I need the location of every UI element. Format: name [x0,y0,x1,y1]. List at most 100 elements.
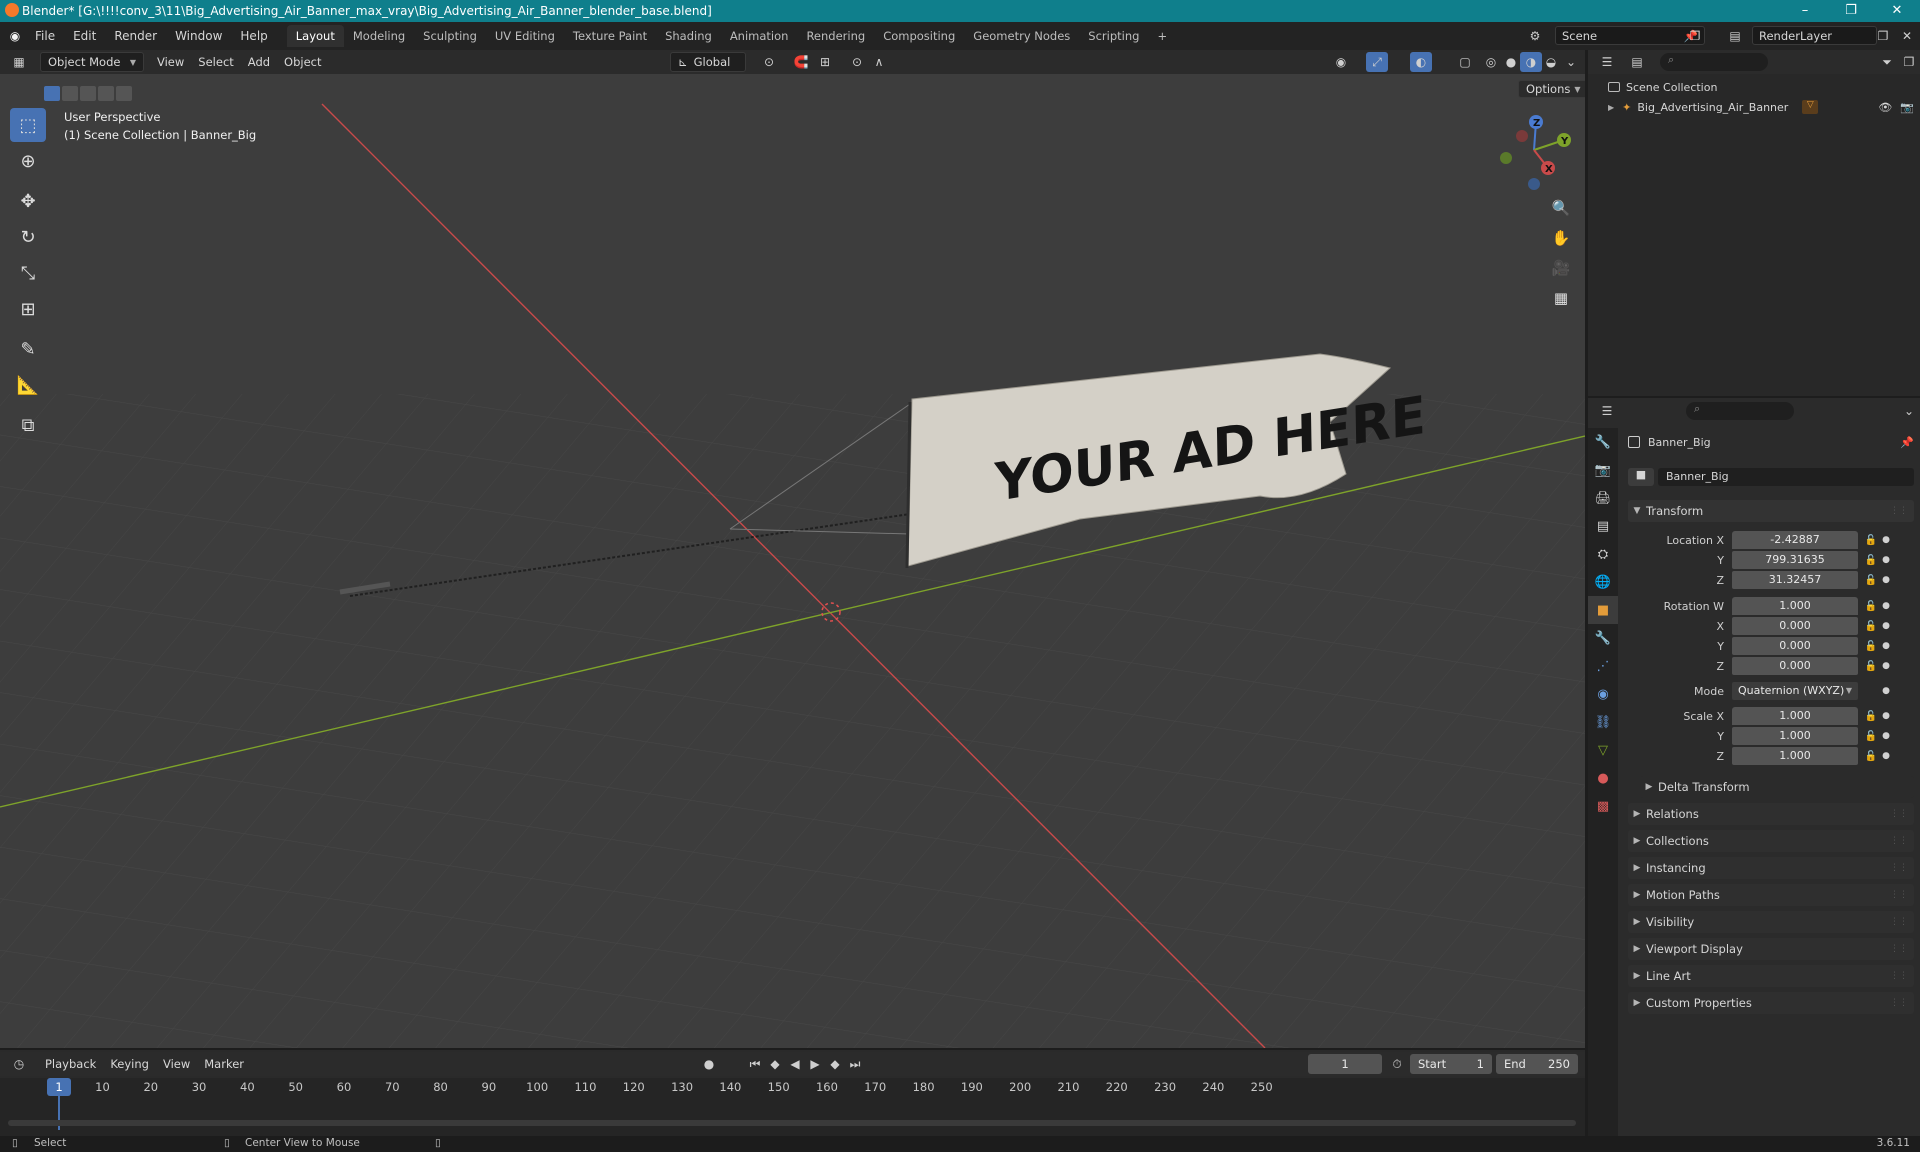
drag-grip-icon[interactable]: ⋮⋮ [1890,998,1908,1008]
select-intersect-icon[interactable] [116,86,132,101]
panel-collections[interactable]: ▶ Collections ⋮⋮ [1628,830,1914,852]
menu-window[interactable]: Window [166,29,231,43]
gizmo-neg-x-icon[interactable] [1516,130,1528,142]
drag-grip-icon[interactable]: ⋮⋮ [1890,809,1908,819]
keyframe-dot-icon[interactable]: ● [1880,601,1892,611]
outliner-root[interactable]: Scene Collection [1608,78,1717,96]
timeline-scrollbar[interactable] [8,1120,1576,1126]
object-browse-icon[interactable]: ■ [1628,468,1654,486]
rotation-y-field[interactable]: 0.000 [1732,637,1858,655]
tab-texture-paint[interactable]: Texture Paint [564,25,656,47]
select-extend-icon[interactable] [62,86,78,101]
menu-playback[interactable]: Playback [38,1054,103,1074]
camera-render-icon[interactable]: 📷 [1900,101,1914,114]
menu-view[interactable]: View [156,1054,197,1074]
gizmo-neg-z-icon[interactable] [1528,178,1540,190]
material-shading-icon[interactable]: ◑ [1520,52,1542,72]
record-icon[interactable]: ● [698,1054,720,1074]
timeline-ruler[interactable] [0,1078,1585,1136]
tab-rendering[interactable]: Rendering [797,25,874,47]
lock-icon[interactable]: 🔓 [1862,751,1880,762]
keyframe-dot-icon[interactable]: ● [1880,661,1892,671]
jump-start-icon[interactable]: ⏮ [744,1054,766,1074]
new-scene-icon[interactable]: ❐ [1684,26,1706,46]
drag-grip-icon[interactable]: ⋮⋮ [1890,890,1908,900]
panel-custom-properties[interactable]: ▶ Custom Properties ⋮⋮ [1628,992,1914,1014]
scene-selector[interactable]: Scene 📌 [1555,26,1705,45]
tab-sculpting[interactable]: Sculpting [414,25,486,47]
scale-z-field[interactable]: 1.000 [1732,747,1858,765]
annotate-tool-icon[interactable]: ✎ [10,332,46,366]
outliner-search-input[interactable]: ⌕ [1660,53,1768,71]
rotation-w-field[interactable]: 1.000 [1732,597,1858,615]
snap-icon[interactable]: 🧲 [790,52,812,72]
preview-range-icon[interactable]: ⏱ [1386,1054,1408,1074]
current-frame-field[interactable]: 1 [1308,1054,1382,1074]
play-icon[interactable]: ▶ [804,1054,826,1074]
camera-view-icon[interactable]: 🎥 [1547,254,1575,282]
drag-grip-icon[interactable]: ⋮⋮ [1890,944,1908,954]
drag-grip-icon[interactable]: ⋮⋮ [1890,836,1908,846]
blender-menu-icon[interactable]: ◉ [4,26,26,46]
material-tab-icon[interactable]: ● [1588,764,1618,792]
menu-view[interactable]: View [150,52,191,72]
transform-tool-icon[interactable]: ⊞ [10,292,46,326]
select-box-tool-icon[interactable]: ⬚ [10,108,46,142]
filter-icon[interactable]: ⏷ [1876,52,1898,72]
render-tab-icon[interactable]: 📷 [1588,456,1618,484]
lock-icon[interactable]: 🔓 [1862,575,1880,586]
drag-grip-icon[interactable]: ⋮⋮ [1890,971,1908,981]
new-layer-icon[interactable]: ❐ [1872,26,1894,46]
select-new-icon[interactable] [44,86,60,101]
keyframe-dot-icon[interactable]: ● [1880,641,1892,651]
tab-scripting[interactable]: Scripting [1079,25,1148,47]
expand-arrow-icon[interactable]: ▶ [1608,103,1614,112]
menu-file[interactable]: File [26,29,64,43]
menu-marker[interactable]: Marker [197,1054,251,1074]
remove-layer-icon[interactable]: ✕ [1896,26,1918,46]
modifier-tab-icon[interactable]: 🔧 [1588,624,1618,652]
wireframe-shading-icon[interactable]: ◎ [1480,52,1502,72]
navigation-gizmo[interactable]: Z Y X [1494,112,1574,192]
keyframe-dot-icon[interactable]: ● [1880,686,1892,696]
move-tool-icon[interactable]: ✥ [10,184,46,218]
tool-tab-icon[interactable]: 🔧 [1588,428,1618,456]
properties-search-input[interactable]: ⌕ [1686,402,1794,420]
chevron-down-icon[interactable]: ⌄ [1898,401,1920,421]
lock-icon[interactable]: 🔓 [1862,711,1880,722]
delta-transform-subpanel[interactable]: ▶ Delta Transform [1640,776,1914,798]
xray-icon[interactable]: ▢ [1454,52,1476,72]
prev-keyframe-icon[interactable]: ◆ [764,1054,786,1074]
menu-add[interactable]: Add [241,52,277,72]
tab-uv-editing[interactable]: UV Editing [486,25,564,47]
view-layer-icon[interactable]: ▤ [1724,26,1746,46]
view-layer-tab-icon[interactable]: ▤ [1588,512,1618,540]
close-button[interactable]: ✕ [1874,0,1920,22]
scene-tab-icon[interactable]: ⛭ [1588,540,1618,568]
new-collection-icon[interactable]: ❐ [1898,52,1920,72]
menu-keying[interactable]: Keying [103,1054,156,1074]
lock-icon[interactable]: 🔓 [1862,555,1880,566]
pivot-icon[interactable]: ⊙ [758,52,780,72]
zoom-icon[interactable]: 🔍 [1547,194,1575,222]
lock-icon[interactable]: 🔓 [1862,661,1880,672]
3d-viewport[interactable]: YOUR AD HERE User Perspective (1) Scene … [0,74,1585,1048]
proportional-edit-icon[interactable]: ⊙ [846,52,868,72]
tab-animation[interactable]: Animation [721,25,798,47]
scale-x-field[interactable]: 1.000 [1732,707,1858,725]
shading-options-icon[interactable]: ⌄ [1560,52,1582,72]
rotation-x-field[interactable]: 0.000 [1732,617,1858,635]
eye-icon[interactable]: 👁 [1878,101,1892,114]
tab-shading[interactable]: Shading [656,25,721,47]
particles-tab-icon[interactable]: ⋰ [1588,652,1618,680]
pan-hand-icon[interactable]: ✋ [1547,224,1575,252]
minimize-button[interactable]: – [1782,0,1828,22]
editor-type-icon[interactable]: ☰ [1596,401,1618,421]
output-tab-icon[interactable]: 🖨 [1588,484,1618,512]
keyframe-dot-icon[interactable]: ● [1880,555,1892,565]
maximize-button[interactable]: ❐ [1828,0,1874,22]
rotation-mode-dropdown[interactable]: Quaternion (WXYZ) ▼ [1732,682,1858,700]
drag-grip-icon[interactable]: ⋮⋮ [1890,863,1908,873]
snap-target-icon[interactable]: ⊞ [814,52,836,72]
rendered-shading-icon[interactable]: ◒ [1540,52,1562,72]
